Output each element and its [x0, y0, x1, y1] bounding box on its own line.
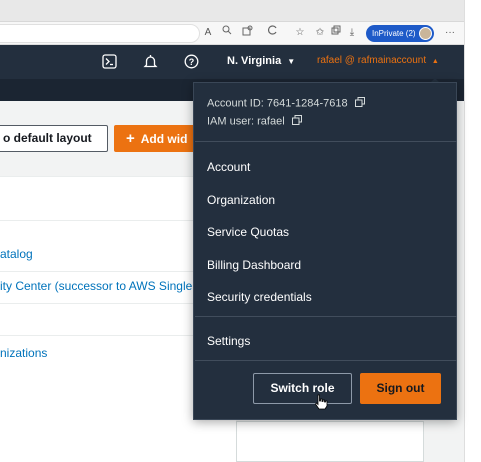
- refresh-icon[interactable]: [265, 25, 281, 41]
- reset-default-layout-label: o default layout: [3, 131, 92, 145]
- browser-toolbar: A ☆ ✩ ⤓ InPrivate (2) ···: [0, 22, 464, 45]
- account-id-row: Account ID: 7641-1284-7618: [207, 97, 365, 110]
- iam-user-text: IAM user: rafael: [207, 115, 285, 128]
- notifications-icon[interactable]: [143, 54, 159, 70]
- hand-pointer-cursor-icon: [314, 394, 328, 410]
- favorite-icon[interactable]: ☆: [292, 25, 308, 41]
- aws-top-nav: ? N. Virginia ▼ rafael @ rafmainaccount …: [0, 45, 464, 79]
- more-icon[interactable]: ···: [442, 25, 458, 41]
- read-aloud-icon[interactable]: A: [200, 25, 216, 41]
- add-widget-label: Add wid: [140, 132, 188, 146]
- profile-avatar: [419, 27, 432, 40]
- help-icon[interactable]: ?: [184, 54, 200, 70]
- service-link-label: ity Center (successor to AWS Single S: [0, 279, 204, 293]
- sign-out-button[interactable]: Sign out: [360, 373, 441, 404]
- browser-side-strip: [464, 0, 481, 462]
- account-dropdown-menu: Account ID: 7641-1284-7618 IAM user: raf…: [193, 82, 457, 420]
- caret-up-icon: ▲: [431, 58, 439, 65]
- browser-tab-strip: [0, 0, 464, 22]
- region-label: N. Virginia: [227, 55, 282, 67]
- copy-icon[interactable]: [354, 97, 365, 110]
- iam-user-row: IAM user: rafael: [207, 115, 302, 128]
- inprivate-badge[interactable]: InPrivate (2): [366, 25, 434, 42]
- menu-item-organization[interactable]: Organization: [207, 193, 275, 207]
- reset-default-layout-button[interactable]: o default layout: [0, 125, 108, 152]
- side-widget-card: [236, 421, 424, 462]
- service-link-identity-center[interactable]: ity Center (successor to AWS Single S: [0, 279, 204, 293]
- service-link-catalog[interactable]: atalog: [0, 247, 33, 261]
- zoom-icon[interactable]: [219, 25, 235, 41]
- caret-down-icon: ▼: [287, 57, 296, 66]
- menu-item-settings[interactable]: Settings: [207, 334, 250, 348]
- dropdown-divider: [195, 141, 457, 142]
- menu-item-security-credentials[interactable]: Security credentials: [207, 290, 312, 304]
- cloudshell-icon[interactable]: [102, 54, 118, 70]
- screen: A ☆ ✩ ⤓ InPrivate (2) ··· ? N. Virginia …: [0, 0, 481, 462]
- collections-icon[interactable]: [328, 25, 344, 41]
- service-link-organizations[interactable]: nizations: [0, 346, 47, 360]
- extensions-icon[interactable]: [239, 25, 255, 41]
- menu-item-service-quotas[interactable]: Service Quotas: [207, 225, 289, 239]
- svg-text:?: ?: [189, 57, 195, 67]
- inprivate-label: InPrivate (2): [372, 29, 416, 38]
- service-link-label: atalog: [0, 247, 33, 261]
- menu-item-account[interactable]: Account: [207, 160, 250, 174]
- address-bar[interactable]: [0, 24, 200, 43]
- switch-role-button[interactable]: Switch role: [253, 373, 352, 404]
- account-menu-trigger[interactable]: rafael @ rafmainaccount ▲: [317, 55, 439, 66]
- menu-item-billing-dashboard[interactable]: Billing Dashboard: [207, 258, 301, 272]
- account-id-text: Account ID: 7641-1284-7618: [207, 97, 348, 110]
- dropdown-divider: [195, 316, 457, 317]
- dropdown-divider: [195, 360, 457, 361]
- copy-icon[interactable]: [291, 115, 302, 128]
- account-menu-label: rafael @ rafmainaccount: [317, 55, 427, 66]
- region-selector[interactable]: N. Virginia ▼: [227, 55, 295, 67]
- downloads-icon[interactable]: ⤓: [344, 25, 360, 41]
- service-link-label: nizations: [0, 346, 48, 360]
- plus-icon: +: [126, 130, 135, 147]
- favorites-icon[interactable]: ✩: [312, 25, 328, 41]
